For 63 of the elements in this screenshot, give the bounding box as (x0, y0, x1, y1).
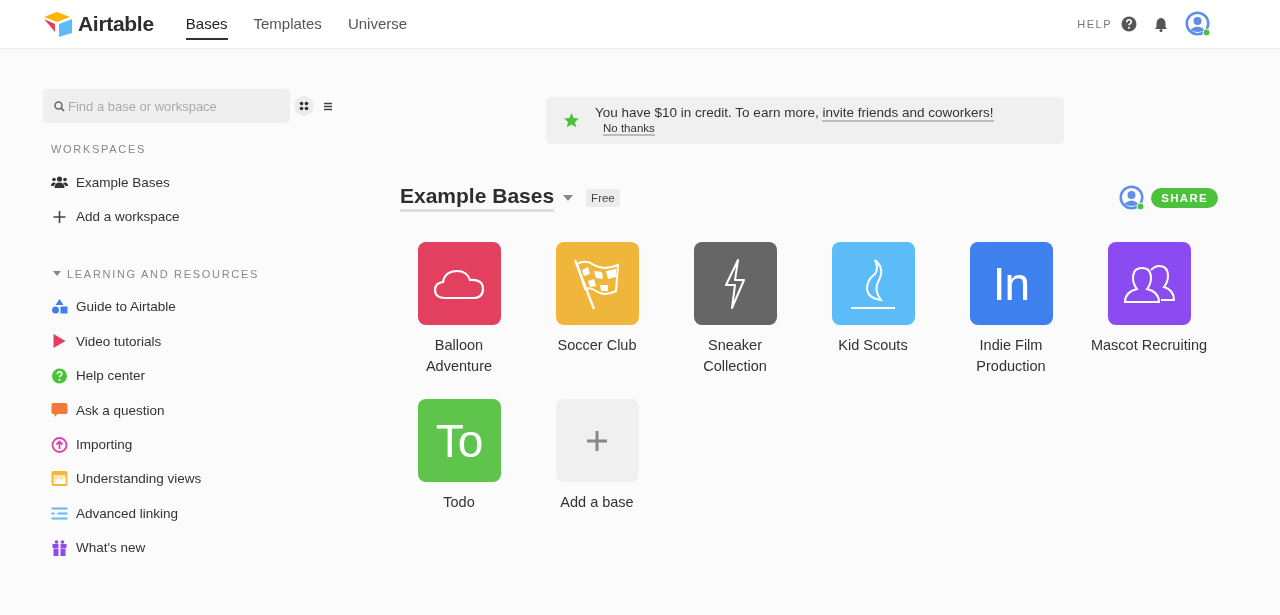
question-icon (51, 367, 68, 384)
base-tile[interactable] (417, 242, 501, 325)
plus-icon (51, 210, 68, 223)
resource-item[interactable]: Understanding views (43, 461, 202, 497)
image-icon (51, 471, 68, 487)
workspace-item[interactable]: Add a workspace (43, 199, 180, 234)
upload-icon (51, 436, 68, 453)
bell-icon[interactable] (1154, 16, 1168, 32)
help-link[interactable]: HELP (1077, 18, 1112, 30)
lines-icon (51, 506, 68, 520)
logo-icon (43, 11, 73, 37)
dismiss-link[interactable]: No thanks (603, 122, 655, 136)
logo-text: Airtable (78, 12, 154, 36)
base-name: Soccer Club (557, 336, 637, 355)
base-tile[interactable] (693, 242, 777, 325)
add-base-tile[interactable] (555, 399, 639, 482)
people-icon (1123, 263, 1175, 304)
credit-message: You have $10 in credit. To earn more, (595, 105, 819, 120)
base-tile[interactable] (831, 242, 915, 325)
base-name: Mascot Recruiting (1090, 336, 1207, 355)
play-icon (51, 334, 68, 349)
grid-icon (299, 101, 309, 111)
base-name: Balloon Adventure (424, 336, 494, 376)
caret-icon[interactable] (53, 270, 61, 277)
resource-item[interactable]: Help center (43, 358, 146, 393)
invite-link[interactable]: invite friends and coworkers! (822, 105, 994, 122)
star-icon (564, 113, 579, 128)
nav-tab[interactable]: Templates (253, 8, 322, 40)
resource-item[interactable]: Ask a question (43, 392, 165, 428)
people-icon (51, 176, 68, 189)
base-tile[interactable]: In (969, 242, 1053, 325)
section-heading: WORKSPACES (50, 143, 147, 155)
caret-icon[interactable] (563, 194, 574, 202)
resource-item[interactable]: Advanced linking (43, 496, 179, 531)
base-tile[interactable] (1107, 242, 1191, 325)
help-icon[interactable] (1121, 16, 1137, 32)
shapes-icon (51, 299, 68, 315)
chat-bubble-icon (51, 402, 68, 418)
logo[interactable]: Airtable (43, 11, 154, 37)
list-icon (323, 101, 333, 111)
nav-tab[interactable]: Bases (185, 8, 228, 40)
section-heading[interactable]: LEARNING AND RESOURCES (67, 267, 260, 280)
grid-view-button[interactable] (294, 96, 314, 116)
lightning-bolt-icon (723, 258, 747, 309)
avatar-icon[interactable] (1185, 11, 1211, 37)
cloud-icon (433, 267, 485, 300)
plan-badge: Free (586, 189, 620, 207)
gift-icon (51, 539, 68, 556)
resource-item[interactable]: Video tutorials (43, 324, 162, 359)
workspace-item[interactable]: Example Bases (43, 165, 170, 200)
base-name: Sneaker Collection (702, 336, 768, 376)
base-name: Add a base (560, 493, 634, 512)
base-name: Indie Film Production (975, 336, 1047, 376)
base-name: Todo (443, 493, 475, 512)
plus-icon (587, 430, 607, 451)
search-field[interactable]: Find a base or workspace (43, 89, 290, 123)
base-name: Kid Scouts (838, 336, 908, 355)
base-tile[interactable] (555, 242, 639, 325)
nav-tab[interactable]: Universe (347, 8, 408, 40)
workspace-title[interactable]: Example Bases (400, 184, 555, 212)
resource-item[interactable]: What's new (43, 530, 146, 565)
resource-item[interactable]: Guide to Airtable (43, 289, 176, 325)
resource-item[interactable]: Importing (43, 427, 133, 462)
